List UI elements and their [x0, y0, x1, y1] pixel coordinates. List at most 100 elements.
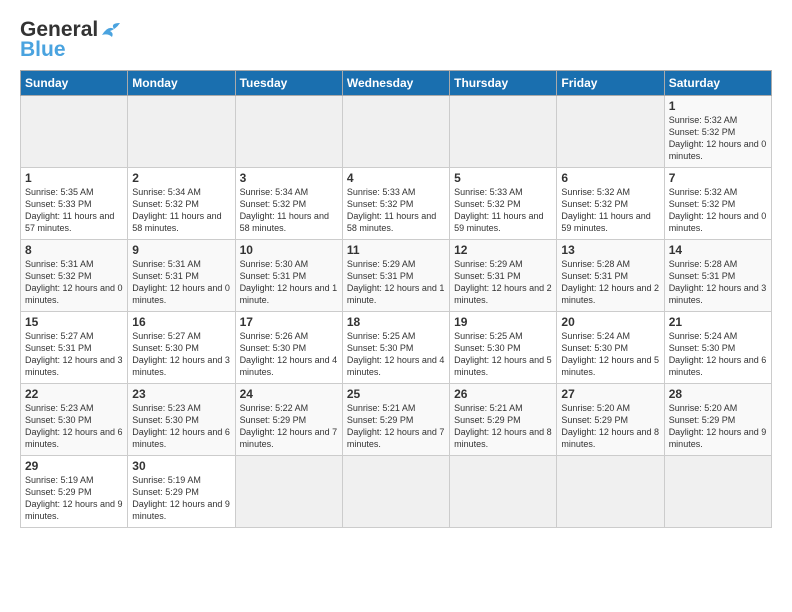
calendar-cell: 23 Sunrise: 5:23 AMSunset: 5:30 PMDayligh…	[128, 384, 235, 456]
day-number: 5	[454, 171, 552, 185]
calendar-cell: 17 Sunrise: 5:26 AMSunset: 5:30 PMDayligh…	[235, 312, 342, 384]
cell-details: Sunrise: 5:31 AMSunset: 5:31 PMDaylight:…	[132, 259, 230, 305]
cell-details: Sunrise: 5:34 AMSunset: 5:32 PMDaylight:…	[240, 187, 329, 233]
day-number: 18	[347, 315, 445, 329]
col-header-friday: Friday	[557, 71, 664, 96]
cell-details: Sunrise: 5:34 AMSunset: 5:32 PMDaylight:…	[132, 187, 221, 233]
cell-details: Sunrise: 5:25 AMSunset: 5:30 PMDaylight:…	[454, 331, 552, 377]
cell-details: Sunrise: 5:32 AMSunset: 5:32 PMDaylight:…	[561, 187, 650, 233]
col-header-thursday: Thursday	[450, 71, 557, 96]
calendar-cell	[235, 96, 342, 168]
day-number: 4	[347, 171, 445, 185]
day-number: 17	[240, 315, 338, 329]
cell-details: Sunrise: 5:21 AMSunset: 5:29 PMDaylight:…	[454, 403, 552, 449]
cell-details: Sunrise: 5:21 AMSunset: 5:29 PMDaylight:…	[347, 403, 445, 449]
calendar-header-row: SundayMondayTuesdayWednesdayThursdayFrid…	[21, 71, 772, 96]
day-number: 16	[132, 315, 230, 329]
cell-details: Sunrise: 5:24 AMSunset: 5:30 PMDaylight:…	[561, 331, 659, 377]
logo: General Blue	[20, 18, 122, 62]
calendar-cell	[450, 96, 557, 168]
calendar-cell: 28 Sunrise: 5:20 AMSunset: 5:29 PMDayligh…	[664, 384, 771, 456]
cell-details: Sunrise: 5:20 AMSunset: 5:29 PMDaylight:…	[561, 403, 659, 449]
day-number: 3	[240, 171, 338, 185]
day-number: 25	[347, 387, 445, 401]
cell-details: Sunrise: 5:32 AMSunset: 5:32 PMDaylight:…	[669, 115, 767, 161]
calendar-cell: 1Sunrise: 5:35 AMSunset: 5:33 PMDaylight…	[21, 168, 128, 240]
calendar-cell: 20 Sunrise: 5:24 AMSunset: 5:30 PMDayligh…	[557, 312, 664, 384]
col-header-wednesday: Wednesday	[342, 71, 449, 96]
col-header-tuesday: Tuesday	[235, 71, 342, 96]
calendar-cell	[235, 456, 342, 528]
col-header-monday: Monday	[128, 71, 235, 96]
logo-bird-icon	[100, 21, 122, 39]
calendar-week-row: 1Sunrise: 5:35 AMSunset: 5:33 PMDaylight…	[21, 168, 772, 240]
cell-details: Sunrise: 5:27 AMSunset: 5:30 PMDaylight:…	[132, 331, 230, 377]
calendar-cell: 5Sunrise: 5:33 AMSunset: 5:32 PMDaylight…	[450, 168, 557, 240]
cell-details: Sunrise: 5:30 AMSunset: 5:31 PMDaylight:…	[240, 259, 338, 305]
day-number: 8	[25, 243, 123, 257]
calendar-cell: 1Sunrise: 5:32 AMSunset: 5:32 PMDaylight…	[664, 96, 771, 168]
cell-details: Sunrise: 5:19 AMSunset: 5:29 PMDaylight:…	[132, 475, 230, 521]
calendar-cell: 24 Sunrise: 5:22 AMSunset: 5:29 PMDayligh…	[235, 384, 342, 456]
day-number: 15	[25, 315, 123, 329]
cell-details: Sunrise: 5:28 AMSunset: 5:31 PMDaylight:…	[669, 259, 767, 305]
calendar-cell: 3 Sunrise: 5:34 AMSunset: 5:32 PMDaylight…	[235, 168, 342, 240]
day-number: 20	[561, 315, 659, 329]
day-number: 19	[454, 315, 552, 329]
cell-details: Sunrise: 5:29 AMSunset: 5:31 PMDaylight:…	[454, 259, 552, 305]
calendar-cell: 10 Sunrise: 5:30 AMSunset: 5:31 PMDayligh…	[235, 240, 342, 312]
cell-details: Sunrise: 5:23 AMSunset: 5:30 PMDaylight:…	[132, 403, 230, 449]
calendar-cell: 22Sunrise: 5:23 AMSunset: 5:30 PMDayligh…	[21, 384, 128, 456]
day-number: 24	[240, 387, 338, 401]
cell-details: Sunrise: 5:26 AMSunset: 5:30 PMDaylight:…	[240, 331, 338, 377]
cell-details: Sunrise: 5:19 AMSunset: 5:29 PMDaylight:…	[25, 475, 123, 521]
cell-details: Sunrise: 5:23 AMSunset: 5:30 PMDaylight:…	[25, 403, 123, 449]
day-number: 13	[561, 243, 659, 257]
calendar-cell	[664, 456, 771, 528]
day-number: 29	[25, 459, 123, 473]
day-number: 11	[347, 243, 445, 257]
cell-details: Sunrise: 5:22 AMSunset: 5:29 PMDaylight:…	[240, 403, 338, 449]
cell-details: Sunrise: 5:31 AMSunset: 5:32 PMDaylight:…	[25, 259, 123, 305]
calendar-cell	[450, 456, 557, 528]
calendar-cell: 11 Sunrise: 5:29 AMSunset: 5:31 PMDayligh…	[342, 240, 449, 312]
cell-details: Sunrise: 5:29 AMSunset: 5:31 PMDaylight:…	[347, 259, 445, 305]
day-number: 7	[669, 171, 767, 185]
calendar-week-row: 15 Sunrise: 5:27 AMSunset: 5:31 PMDayligh…	[21, 312, 772, 384]
day-number: 27	[561, 387, 659, 401]
calendar-cell: 21Sunrise: 5:24 AMSunset: 5:30 PMDayligh…	[664, 312, 771, 384]
calendar-week-row: 8 Sunrise: 5:31 AMSunset: 5:32 PMDaylight…	[21, 240, 772, 312]
calendar-cell: 16 Sunrise: 5:27 AMSunset: 5:30 PMDayligh…	[128, 312, 235, 384]
cell-details: Sunrise: 5:32 AMSunset: 5:32 PMDaylight:…	[669, 187, 767, 233]
calendar-cell	[342, 456, 449, 528]
calendar-cell: 12Sunrise: 5:29 AMSunset: 5:31 PMDayligh…	[450, 240, 557, 312]
day-number: 21	[669, 315, 767, 329]
calendar-cell: 2Sunrise: 5:34 AMSunset: 5:32 PMDaylight…	[128, 168, 235, 240]
calendar-cell: 15 Sunrise: 5:27 AMSunset: 5:31 PMDayligh…	[21, 312, 128, 384]
day-number: 10	[240, 243, 338, 257]
col-header-saturday: Saturday	[664, 71, 771, 96]
calendar-cell	[21, 96, 128, 168]
calendar-cell: 14 Sunrise: 5:28 AMSunset: 5:31 PMDayligh…	[664, 240, 771, 312]
header: General Blue	[20, 18, 772, 62]
calendar-cell: 25 Sunrise: 5:21 AMSunset: 5:29 PMDayligh…	[342, 384, 449, 456]
day-number: 26	[454, 387, 552, 401]
logo-blue: Blue	[20, 38, 66, 62]
calendar-cell: 8 Sunrise: 5:31 AMSunset: 5:32 PMDaylight…	[21, 240, 128, 312]
calendar-table: SundayMondayTuesdayWednesdayThursdayFrid…	[20, 70, 772, 528]
calendar-cell: 30 Sunrise: 5:19 AMSunset: 5:29 PMDayligh…	[128, 456, 235, 528]
day-number: 28	[669, 387, 767, 401]
calendar-cell: 6Sunrise: 5:32 AMSunset: 5:32 PMDaylight…	[557, 168, 664, 240]
day-number: 30	[132, 459, 230, 473]
cell-details: Sunrise: 5:28 AMSunset: 5:31 PMDaylight:…	[561, 259, 659, 305]
day-number: 9	[132, 243, 230, 257]
day-number: 1	[25, 171, 123, 185]
day-number: 23	[132, 387, 230, 401]
day-number: 14	[669, 243, 767, 257]
cell-details: Sunrise: 5:20 AMSunset: 5:29 PMDaylight:…	[669, 403, 767, 449]
calendar-page: General Blue SundayMondayTuesdayWednesda…	[0, 0, 792, 612]
cell-details: Sunrise: 5:27 AMSunset: 5:31 PMDaylight:…	[25, 331, 123, 377]
calendar-cell: 26 Sunrise: 5:21 AMSunset: 5:29 PMDayligh…	[450, 384, 557, 456]
calendar-cell: 19 Sunrise: 5:25 AMSunset: 5:30 PMDayligh…	[450, 312, 557, 384]
calendar-cell: 4Sunrise: 5:33 AMSunset: 5:32 PMDaylight…	[342, 168, 449, 240]
